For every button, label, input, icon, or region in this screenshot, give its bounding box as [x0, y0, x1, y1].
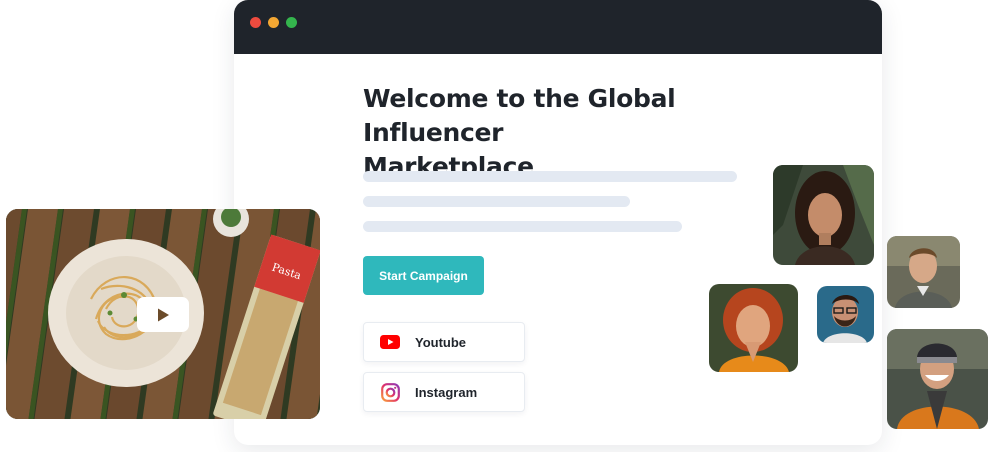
- maximize-window-dot[interactable]: [286, 17, 297, 28]
- page-title: Welcome to the Global Influencer Marketp…: [363, 82, 783, 184]
- youtube-button[interactable]: Youtube: [363, 322, 525, 362]
- instagram-icon: [380, 382, 400, 402]
- youtube-icon: [380, 332, 400, 352]
- instagram-label: Instagram: [415, 384, 478, 400]
- play-icon: [158, 308, 169, 321]
- influencer-avatar[interactable]: [887, 236, 960, 308]
- influencer-avatar[interactable]: [709, 284, 798, 372]
- page-title-line-1: Welcome to the Global Influencer: [363, 84, 676, 147]
- close-window-dot[interactable]: [250, 17, 261, 28]
- influencer-avatar[interactable]: [773, 165, 874, 265]
- video-thumbnail[interactable]: Pasta: [6, 209, 320, 419]
- youtube-label: Youtube: [415, 334, 467, 350]
- influencer-avatar[interactable]: [817, 286, 874, 343]
- text-placeholder-line: [363, 221, 682, 232]
- minimize-window-dot[interactable]: [268, 17, 279, 28]
- instagram-button[interactable]: Instagram: [363, 372, 525, 412]
- influencer-avatar[interactable]: [887, 329, 988, 429]
- start-campaign-button[interactable]: Start Campaign: [363, 256, 484, 295]
- text-placeholder-line: [363, 171, 737, 182]
- text-placeholder-line: [363, 196, 630, 207]
- browser-titlebar: [234, 0, 882, 54]
- play-video-button[interactable]: [137, 297, 189, 332]
